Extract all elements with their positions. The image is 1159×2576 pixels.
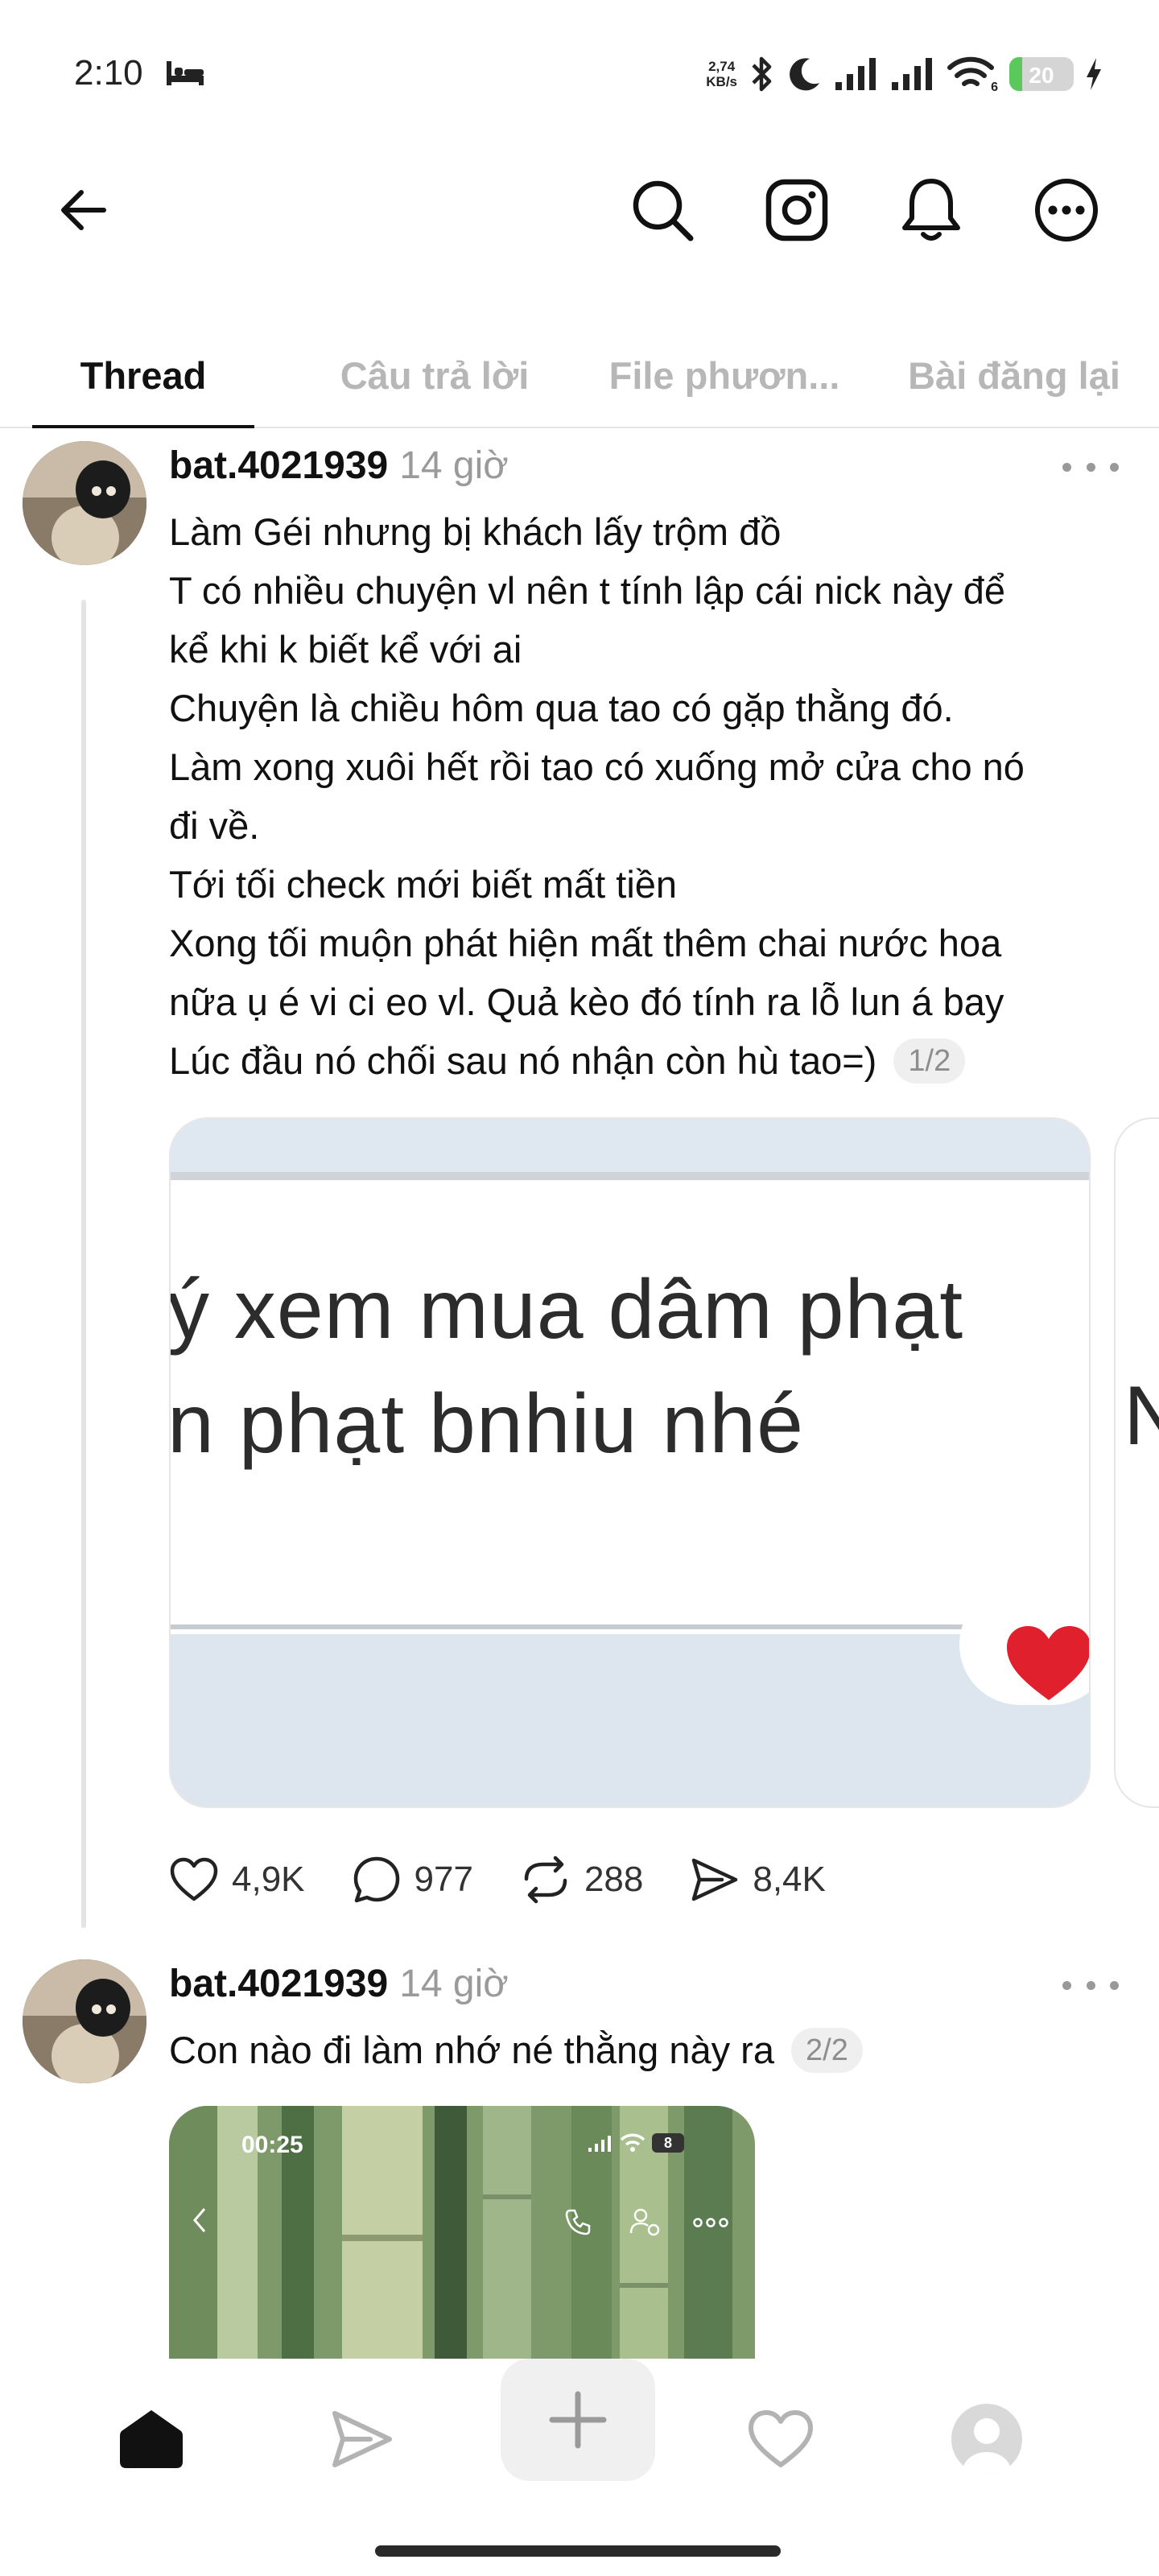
heart-reaction-icon (1007, 1626, 1089, 1700)
post-header: bat.4021939 14 giờ (169, 435, 509, 496)
bottom-navigation (0, 2359, 1159, 2520)
sleep-mode-icon (167, 61, 204, 85)
media-text: ý xem mua dâm phạt (169, 1263, 964, 1356)
post-more-button[interactable] (1062, 451, 1119, 483)
reply-count: 977 (414, 1860, 473, 1899)
arrow-left-icon (61, 190, 106, 230)
chat-input-area (171, 1634, 1089, 1806)
instagram-button[interactable] (761, 174, 833, 246)
media-user-settings-icon (629, 2208, 660, 2236)
send-icon (332, 2411, 392, 2467)
reply-button[interactable]: 977 (352, 1855, 473, 1905)
media-back-icon (193, 2208, 206, 2232)
share-count: 8,4K (753, 1860, 826, 1899)
profile-avatar-icon (951, 2404, 1022, 2475)
battery-indicator: 20 (1009, 57, 1074, 91)
repost-button[interactable]: 288 (520, 1855, 643, 1905)
post-media-image[interactable]: ý xem mua dâm phạt n phạt bnhiu nhé (169, 1117, 1091, 1808)
chat-header-strip (171, 1119, 1089, 1172)
signal-icon-2 (892, 58, 932, 90)
heart-icon (749, 2410, 813, 2467)
media-text: n phạt bnhiu nhé (169, 1377, 804, 1471)
comment-icon (353, 1856, 399, 1903)
instagram-icon (765, 179, 828, 242)
like-button[interactable]: 4,9K (169, 1856, 305, 1903)
post-text-line: đi về. (169, 804, 260, 847)
nav-messages[interactable] (306, 2383, 419, 2496)
post-text: Làm Géi nhưng bị khách lấy trộm đồ T có … (169, 502, 1119, 1090)
bell-icon (902, 179, 960, 241)
notifications-button[interactable] (895, 174, 967, 246)
post-text-line: kể khi k biết kể với ai (169, 628, 522, 671)
back-button[interactable] (47, 174, 119, 246)
post-text: Con nào đi làm nhớ né thằng này ra 2/2 (169, 2021, 1119, 2079)
share-button[interactable]: 8,4K (690, 1856, 826, 1904)
tab-reposts[interactable]: Bài đăng lại (885, 322, 1143, 428)
post-text-line: nữa ụ é vi ci eo vl. Quả kèo đó tính ra … (169, 980, 1004, 1023)
media-signal-icon (588, 2136, 611, 2152)
post-media-image[interactable]: 00:25 8 (169, 2106, 755, 2372)
post-more-button[interactable] (1062, 1969, 1119, 2001)
post-text-line: Xong tối muộn phát hiện mất thêm chai nư… (169, 922, 1002, 964)
repost-count: 288 (584, 1860, 644, 1899)
more-circle-icon (1035, 179, 1098, 242)
wifi-indicator: 6 (947, 55, 998, 94)
avatar[interactable] (23, 441, 146, 565)
home-icon (120, 2410, 183, 2468)
like-count: 4,9K (232, 1860, 305, 1899)
avatar-image (23, 1959, 146, 2083)
search-button[interactable] (626, 174, 699, 246)
username[interactable]: bat.4021939 (169, 444, 388, 488)
charging-icon (1087, 58, 1101, 90)
signal-icon-1 (835, 58, 876, 90)
nav-profile[interactable] (930, 2383, 1043, 2496)
media-phone-icon (565, 2209, 591, 2235)
heart-icon (170, 1857, 218, 1901)
do-not-disturb-moon-icon (790, 58, 819, 91)
bluetooth-icon (752, 56, 772, 92)
net-speed: 2,74 KB/s (706, 59, 737, 89)
profile-tabs: Thread Câu trả lời File phươn... Bài đăn… (0, 322, 1159, 428)
page-badge: 2/2 (791, 2028, 863, 2073)
page-badge: 1/2 (893, 1038, 966, 1084)
system-home-indicator[interactable] (375, 2545, 781, 2557)
username[interactable]: bat.4021939 (169, 1962, 388, 2006)
plus-icon (549, 2391, 607, 2449)
post-media-image-next[interactable]: N (1114, 1117, 1159, 1808)
thread-connector-line (81, 600, 86, 1928)
post-text-line: Tới tối check mới biết mất tiền (169, 863, 678, 906)
search-icon (633, 180, 694, 242)
tab-active-indicator (32, 425, 254, 428)
media-battery: 8 (652, 2133, 684, 2153)
more-options-button[interactable] (1030, 174, 1103, 246)
repost-icon (524, 1856, 567, 1904)
wifi-badge: 6 (991, 80, 998, 94)
avatar[interactable] (23, 1959, 146, 2083)
wifi-icon (947, 56, 994, 86)
media-wifi-icon (620, 2133, 645, 2152)
post-time: 14 giờ (399, 1962, 509, 2005)
media-status-time: 00:25 (241, 2132, 303, 2158)
avatar-image (23, 441, 146, 565)
status-icons: 2,74 KB/s 6 20 (706, 50, 1103, 98)
media-more-icon (693, 2218, 728, 2227)
tab-replies[interactable]: Câu trả lời (306, 322, 563, 428)
post-text-line: Chuyện là chiều hôm qua tao có gặp thằng… (169, 687, 954, 729)
status-time: 2:10 (74, 53, 143, 93)
post-header: bat.4021939 14 giờ (169, 1953, 509, 2014)
tab-media[interactable]: File phươn... (596, 322, 853, 428)
tab-thread[interactable]: Thread (32, 322, 254, 428)
nav-activity[interactable] (724, 2383, 837, 2496)
post-text-line: Lúc đầu nó chối sau nó nhận còn hù tao=)… (169, 1031, 1119, 1090)
nav-home[interactable] (95, 2383, 208, 2496)
post-text-line: Làm xong xuôi hết rồi tao có xuống mở cử… (169, 745, 1025, 788)
post-actions: 4,9K 977 288 8,4K (169, 1839, 872, 1920)
post-time: 14 giờ (399, 444, 509, 487)
battery-level: 20 (1029, 63, 1054, 88)
nav-compose-button[interactable] (501, 2359, 655, 2481)
send-icon (692, 1858, 738, 1901)
post-text-line: Làm Géi nhưng bị khách lấy trộm đồ (169, 510, 782, 553)
post-text-line: T có nhiều chuyện vl nên t tính lập cái … (169, 569, 1006, 612)
media-text: N (1124, 1368, 1159, 1464)
